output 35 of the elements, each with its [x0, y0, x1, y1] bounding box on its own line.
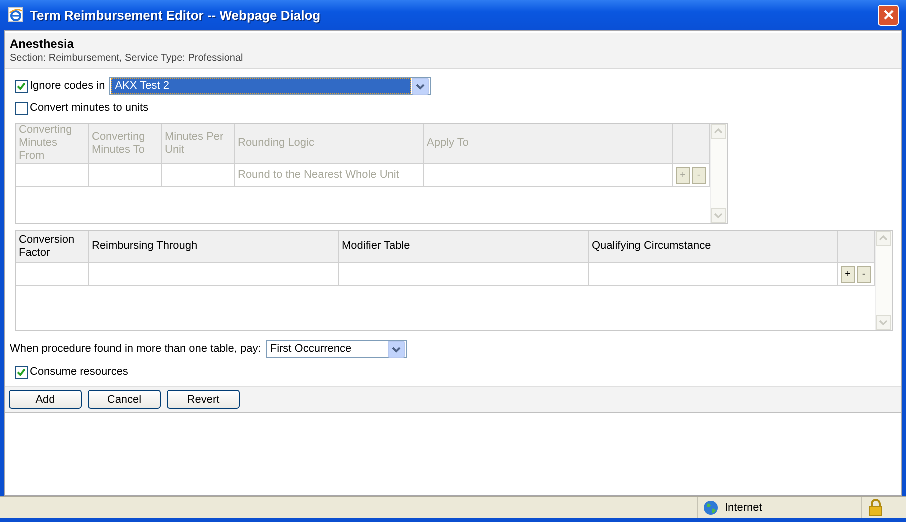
- code-dropdown[interactable]: AKX Test 2: [109, 77, 432, 95]
- zone-label: Internet: [725, 502, 762, 514]
- column-header: Rounding Logic: [234, 124, 424, 164]
- browser-icon: [8, 7, 24, 23]
- check-icon: [16, 80, 27, 92]
- column-header: Qualifying Circumstance: [588, 231, 838, 262]
- checkbox-label: Convert minutes to units: [30, 102, 149, 114]
- column-header: Converting Minutes To: [88, 124, 162, 164]
- remove-row-button[interactable]: -: [857, 266, 871, 282]
- lock-icon: [868, 498, 884, 516]
- column-header: Modifier Table: [338, 231, 588, 262]
- column-header: Reimbursing Through: [88, 231, 338, 262]
- checkbox[interactable]: [15, 80, 28, 92]
- column-header: Minutes Per Unit: [162, 124, 234, 164]
- column-header: Apply To: [424, 124, 672, 164]
- checkbox[interactable]: [15, 366, 28, 378]
- checkbox-label: Ignore codes in: [30, 80, 106, 92]
- section-title: Anesthesia: [10, 37, 76, 51]
- table-cell: Round to the Nearest Whole Unit: [238, 169, 400, 181]
- checkbox[interactable]: [15, 102, 28, 114]
- column-header: Conversion Factor: [16, 231, 88, 262]
- globe-icon: [703, 500, 719, 516]
- close-button[interactable]: [878, 4, 899, 26]
- section-subtitle: Section: Reimbursement, Service Type: Professional: [10, 53, 244, 64]
- window-title: Term Reimbursement Editor -- Webpage Dialog: [30, 8, 322, 22]
- dialog-button[interactable]: Cancel: [88, 390, 161, 409]
- scrollbar[interactable]: [875, 231, 892, 330]
- pay-label: When procedure found in more than one table, pay:: [10, 343, 262, 355]
- checkbox-label: Consume resources: [30, 366, 128, 378]
- add-row-button[interactable]: +: [841, 266, 855, 282]
- column-header: Converting Minutes From: [16, 124, 88, 164]
- check-icon: [16, 366, 27, 378]
- pay-dropdown[interactable]: First Occurrence: [266, 340, 408, 358]
- dialog-button[interactable]: Add: [9, 390, 82, 409]
- dialog-button[interactable]: Revert: [167, 390, 240, 409]
